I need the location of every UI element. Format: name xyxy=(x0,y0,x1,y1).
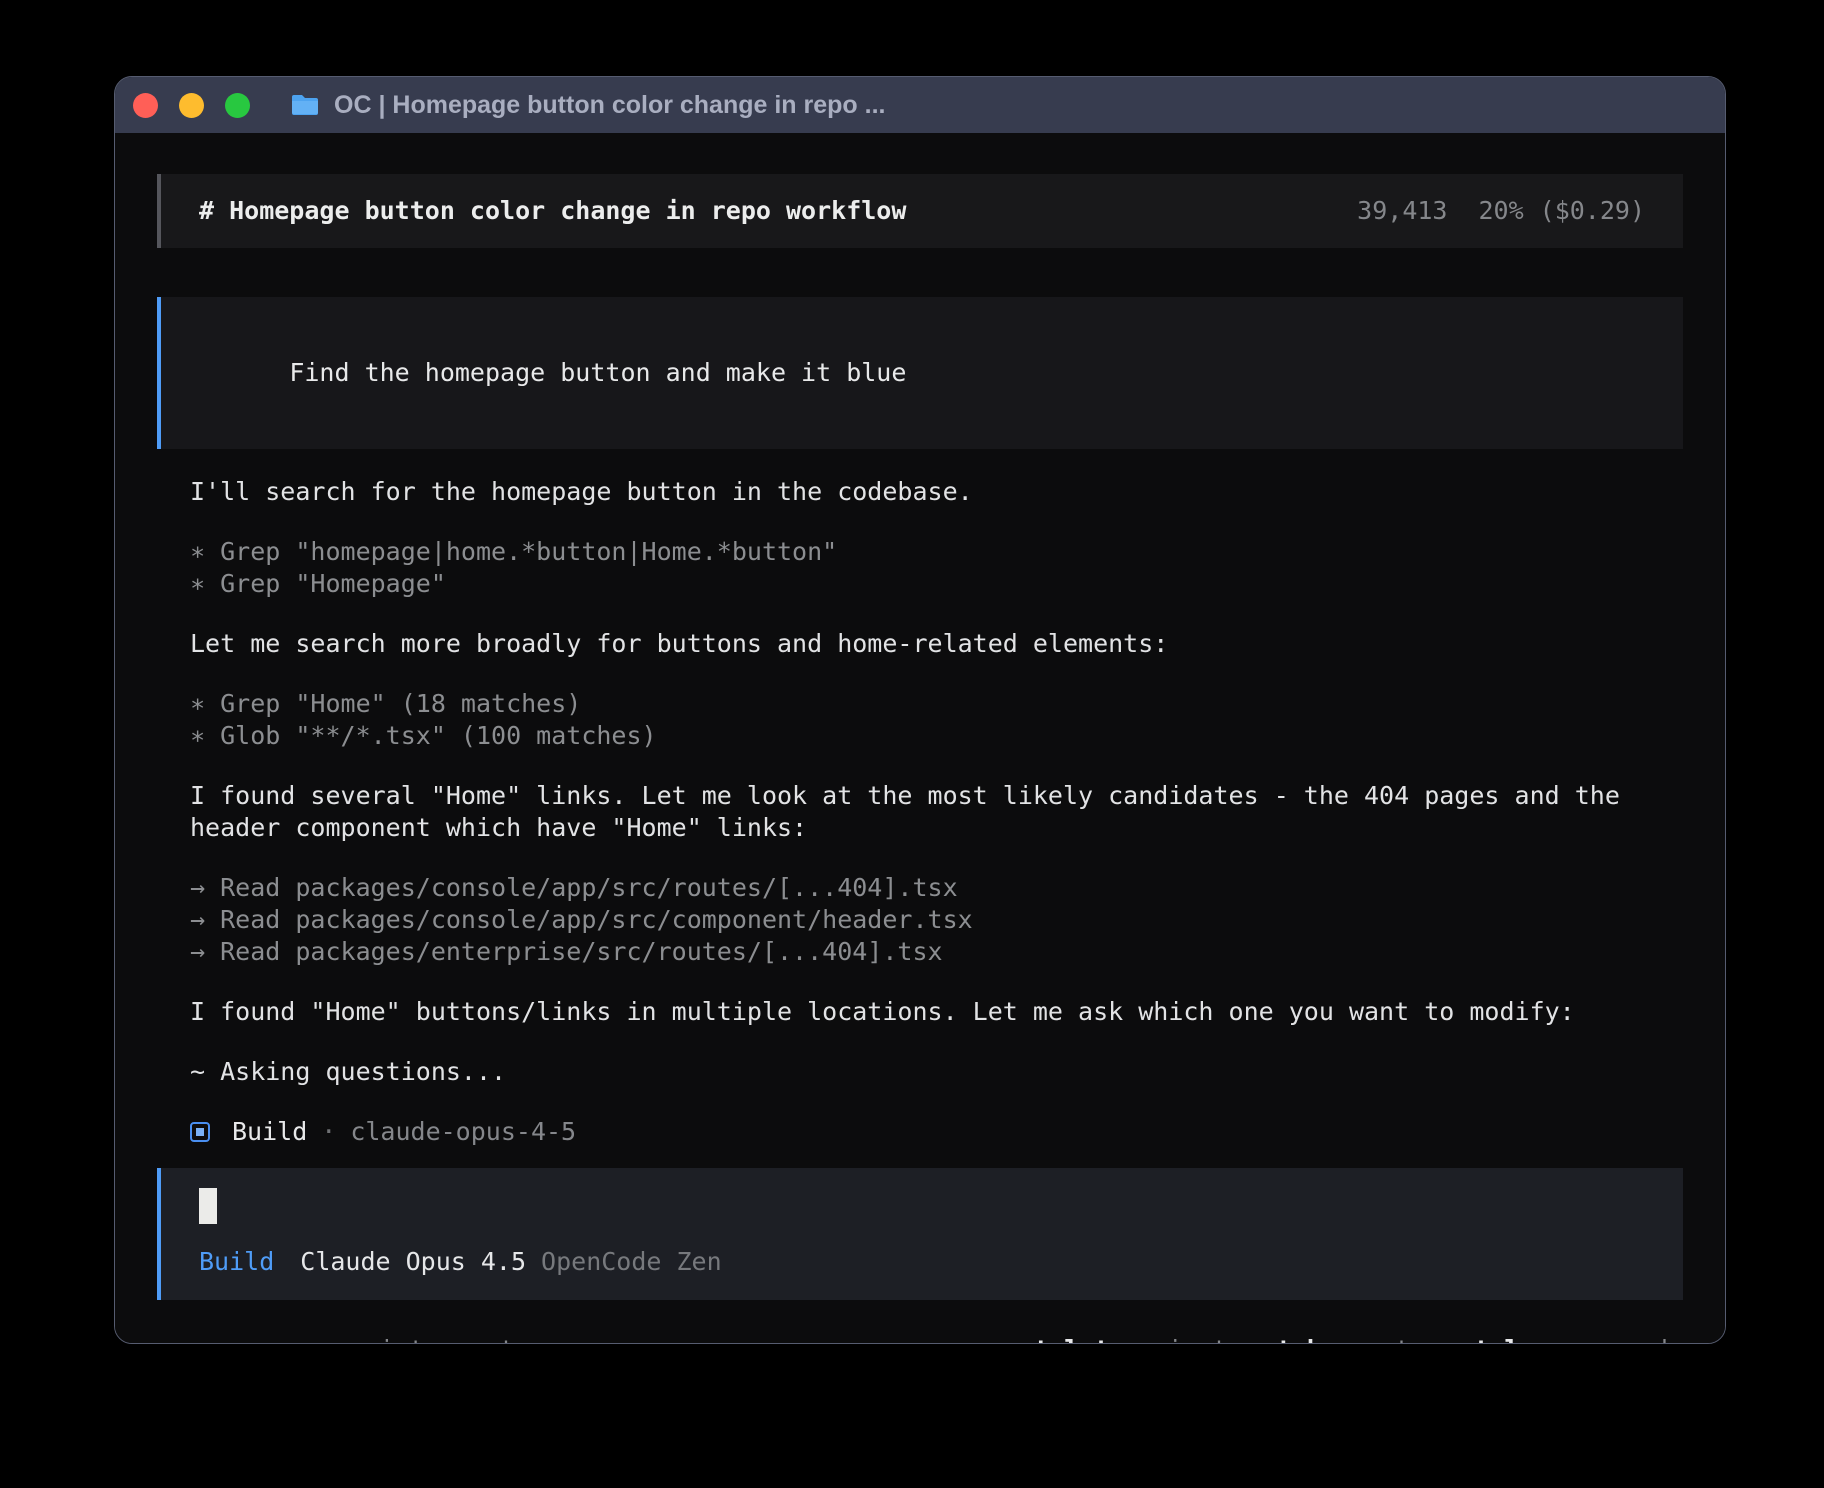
agent-status-row: Build · claude-opus-4-5 xyxy=(190,1116,1652,1148)
status-bar-left: esc interrupt xyxy=(157,1334,515,1344)
agent-square-icon-inner xyxy=(196,1128,204,1136)
tool-call-glob: ∗ Glob "**/*.tsx" (100 matches) xyxy=(190,720,1652,752)
shortcut-key: ctrl+t xyxy=(1019,1334,1109,1344)
folder-icon xyxy=(290,93,320,117)
tool-call-grep: ∗ Grep "homepage|home.*button|Home.*butt… xyxy=(190,536,1652,568)
shortcut-variants: ctrl+t variants xyxy=(1019,1334,1243,1344)
agent-model: claude-opus-4-5 xyxy=(350,1116,576,1148)
session-title: # Homepage button color change in repo w… xyxy=(199,195,906,227)
app-window: OC | Homepage button color change in rep… xyxy=(114,76,1726,1344)
tool-call-read: → Read packages/console/app/src/routes/[… xyxy=(190,872,1652,904)
user-message-text: Find the homepage button and make it blu… xyxy=(289,358,906,387)
provider-name: OpenCode Zen xyxy=(541,1246,722,1278)
user-message: Find the homepage button and make it blu… xyxy=(157,297,1683,449)
working-status: ~ Asking questions... xyxy=(190,1056,1652,1088)
minimize-button[interactable] xyxy=(179,93,204,118)
context-percent: 20% xyxy=(1478,195,1523,227)
zoom-button[interactable] xyxy=(225,93,250,118)
session-header: # Homepage button color change in repo w… xyxy=(157,174,1683,248)
agent-name: Build xyxy=(232,1116,307,1148)
session-stats: 39,413 20% ($0.29) xyxy=(1357,195,1645,227)
esc-key-hint: esc xyxy=(321,1334,366,1344)
tool-call-group: → Read packages/console/app/src/routes/[… xyxy=(190,872,1652,968)
session-cost: ($0.29) xyxy=(1540,195,1645,227)
terminal-content: # Homepage button color change in repo w… xyxy=(115,133,1725,1344)
model-name: Claude Opus 4.5 xyxy=(300,1246,526,1278)
shortcut-label: variants xyxy=(1122,1334,1242,1344)
window-title: OC | Homepage button color change in rep… xyxy=(334,91,885,120)
tool-call-grep: ∗ Grep "Homepage" xyxy=(190,568,1652,600)
shortcut-key: tab xyxy=(1277,1334,1322,1344)
status-bar-right: ctrl+t variants tab agents ctrl+p comman… xyxy=(985,1334,1683,1344)
assistant-response: I'll search for the homepage button in t… xyxy=(157,476,1652,1148)
tool-call-group: ∗ Grep "Home" (18 matches) ∗ Glob "**/*.… xyxy=(190,688,1652,752)
tool-call-group: ∗ Grep "homepage|home.*button|Home.*butt… xyxy=(190,536,1652,600)
traffic-lights xyxy=(133,93,250,118)
shortcut-agents: tab agents xyxy=(1277,1334,1425,1344)
status-bar: esc interrupt ctrl+t variants tab agents… xyxy=(157,1334,1683,1344)
shortcut-key: ctrl+p xyxy=(1459,1334,1549,1344)
shortcut-commands: ctrl+p commands xyxy=(1459,1334,1683,1344)
agent-separator: · xyxy=(321,1116,336,1148)
assistant-paragraph: Let me search more broadly for buttons a… xyxy=(190,628,1652,660)
agent-square-icon xyxy=(190,1122,210,1142)
prompt-input[interactable]: Build Claude Opus 4.5 OpenCode Zen xyxy=(157,1168,1683,1300)
agent-mode-badge[interactable]: Build xyxy=(199,1246,274,1278)
input-footer: Build Claude Opus 4.5 OpenCode Zen xyxy=(199,1246,1645,1278)
tool-call-read: → Read packages/console/app/src/componen… xyxy=(190,904,1652,936)
text-cursor xyxy=(199,1188,217,1224)
tool-call-grep: ∗ Grep "Home" (18 matches) xyxy=(190,688,1652,720)
assistant-paragraph: I'll search for the homepage button in t… xyxy=(190,476,1652,508)
window-titlebar: OC | Homepage button color change in rep… xyxy=(115,77,1725,133)
shortcut-label: agents xyxy=(1335,1334,1425,1344)
shortcut-label: commands xyxy=(1563,1334,1683,1344)
tool-call-read: → Read packages/enterprise/src/routes/[.… xyxy=(190,936,1652,968)
esc-key-label: interrupt xyxy=(379,1334,514,1344)
token-count: 39,413 xyxy=(1357,195,1447,227)
assistant-paragraph: I found several "Home" links. Let me loo… xyxy=(190,780,1652,844)
close-button[interactable] xyxy=(133,93,158,118)
assistant-paragraph: I found "Home" buttons/links in multiple… xyxy=(190,996,1652,1028)
